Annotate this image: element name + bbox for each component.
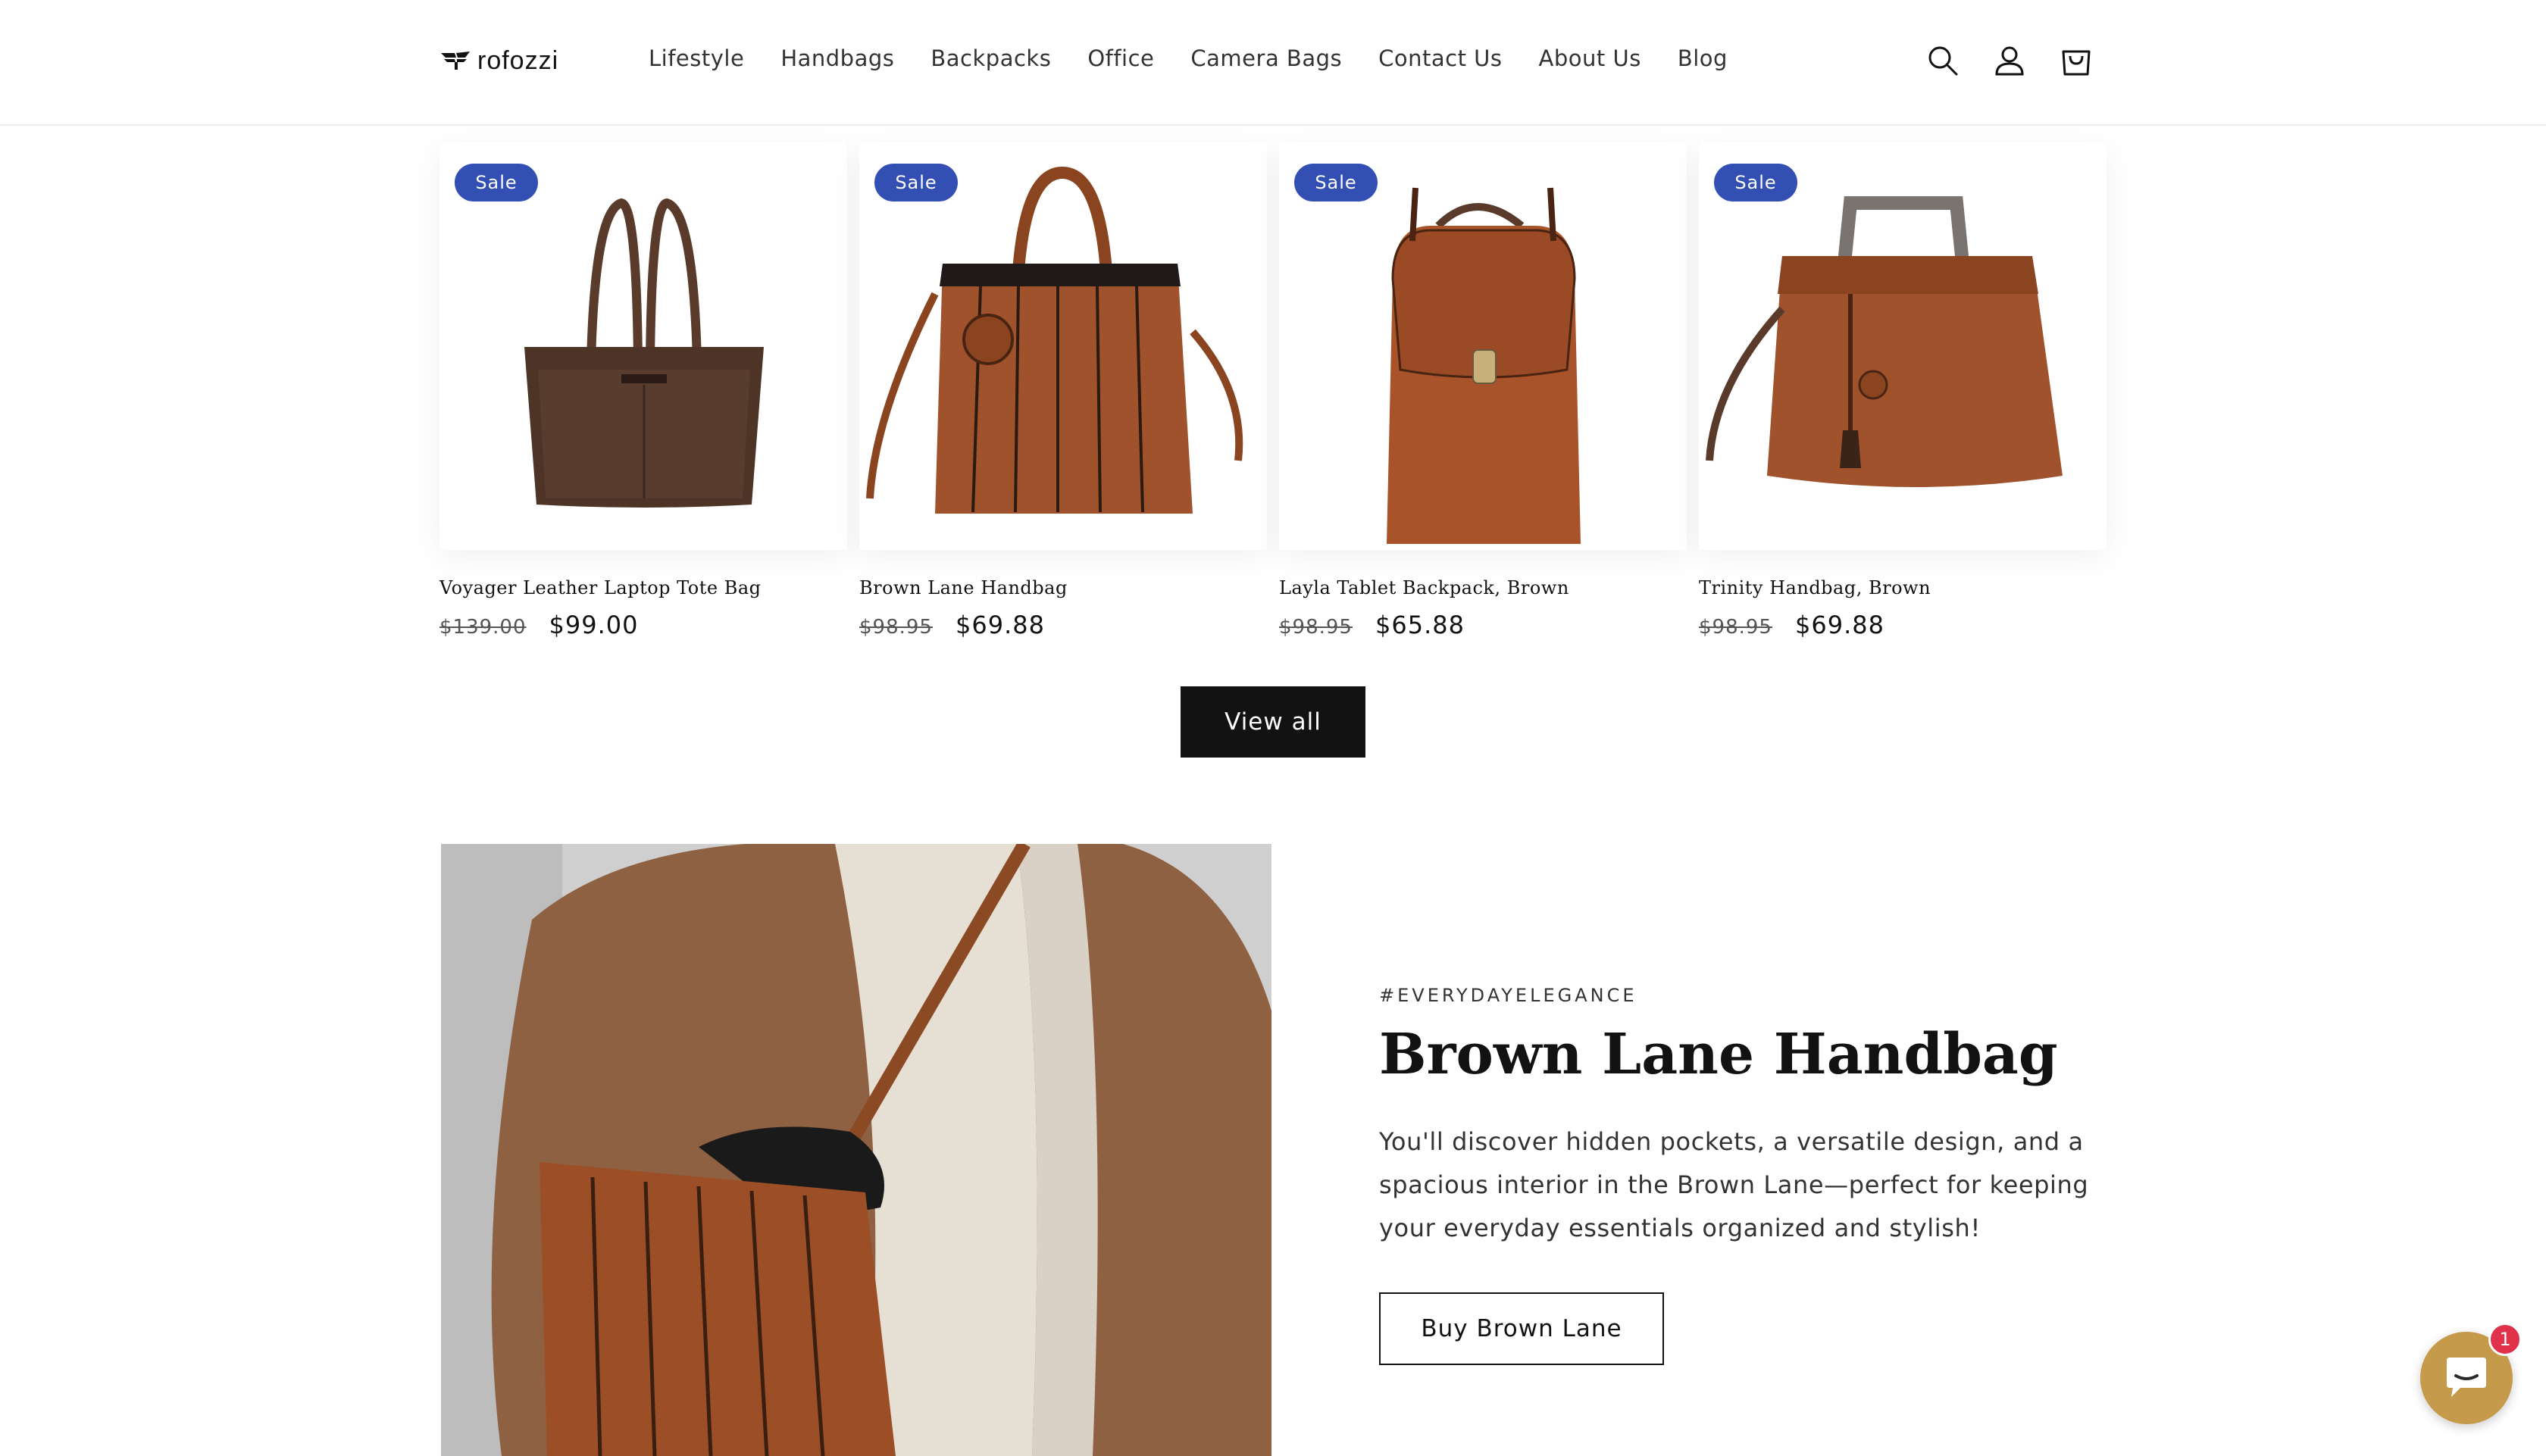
buy-brown-lane-button[interactable]: Buy Brown Lane bbox=[1379, 1292, 1664, 1366]
price-new: $69.88 bbox=[1794, 611, 1884, 639]
product-image[interactable]: Sale bbox=[1279, 142, 1687, 550]
feature-tag: #EVERYDAYELEGANCE bbox=[1379, 985, 1637, 1006]
price-new: $69.88 bbox=[955, 611, 1045, 639]
product-image[interactable]: Sale bbox=[1699, 142, 2107, 550]
logo[interactable]: rofozzi bbox=[439, 45, 559, 75]
site-header: rofozzi Lifestyle Handbags Backpacks Off… bbox=[0, 0, 2546, 126]
tote-bag-illustration bbox=[524, 198, 764, 508]
nav-item-blog[interactable]: Blog bbox=[1678, 45, 1728, 71]
feature-image bbox=[441, 844, 1271, 1456]
price-old: $98.95 bbox=[1279, 616, 1353, 639]
nav-item-about-us[interactable]: About Us bbox=[1539, 45, 1641, 71]
search-icon[interactable] bbox=[1925, 42, 1961, 79]
main-nav: Lifestyle Handbags Backpacks Office Came… bbox=[649, 45, 1764, 71]
product-prices: $139.00 $99.00 bbox=[439, 611, 847, 639]
logo-text: rofozzi bbox=[477, 45, 559, 75]
product-prices: $98.95 $69.88 bbox=[1699, 611, 2107, 639]
price-new: $65.88 bbox=[1375, 611, 1465, 639]
product-image[interactable]: Sale bbox=[859, 142, 1267, 550]
nav-item-contact-us[interactable]: Contact Us bbox=[1378, 45, 1502, 71]
feature-text: #EVERYDAYELEGANCE Brown Lane Handbag You… bbox=[1379, 985, 2091, 1366]
nav-item-backpacks[interactable]: Backpacks bbox=[931, 45, 1051, 71]
model-with-handbag-illustration bbox=[441, 844, 1271, 1456]
product-prices: $98.95 $65.88 bbox=[1279, 611, 1687, 639]
product-card[interactable]: Sale Voyager Leather Laptop Tote Bag $13… bbox=[439, 142, 847, 639]
product-title[interactable]: Brown Lane Handbag bbox=[859, 577, 1267, 598]
nav-item-office[interactable]: Office bbox=[1087, 45, 1154, 71]
nav-item-lifestyle[interactable]: Lifestyle bbox=[649, 45, 744, 71]
price-old: $98.95 bbox=[1699, 616, 1772, 639]
header-icons bbox=[1925, 42, 2094, 79]
product-title[interactable]: Trinity Handbag, Brown bbox=[1699, 577, 2107, 598]
product-card[interactable]: Sale Layla Tablet Backpack, Brown $98.95… bbox=[1279, 142, 1687, 639]
sale-badge: Sale bbox=[874, 164, 958, 202]
nav-item-camera-bags[interactable]: Camera Bags bbox=[1190, 45, 1342, 71]
product-card[interactable]: Sale Trinity Handbag, Brown $98.95 $69.8… bbox=[1699, 142, 2107, 639]
view-all-button[interactable]: View all bbox=[1181, 686, 1365, 758]
logo-wings-icon bbox=[441, 52, 470, 70]
product-prices: $98.95 $69.88 bbox=[859, 611, 1267, 639]
sale-badge: Sale bbox=[455, 164, 538, 202]
product-image[interactable]: Sale bbox=[439, 142, 847, 550]
account-icon[interactable] bbox=[1991, 42, 2028, 79]
trinity-handbag-illustration bbox=[1706, 196, 2063, 487]
price-new: $99.00 bbox=[549, 611, 639, 639]
product-card[interactable]: Sale Brown Lane Handbag $98.95 $69.88 bbox=[859, 142, 1267, 639]
feature-description: You'll discover hidden pockets, a versat… bbox=[1379, 1127, 2089, 1243]
cart-icon[interactable] bbox=[2058, 42, 2094, 79]
product-grid: Sale Voyager Leather Laptop Tote Bag $13… bbox=[439, 142, 2107, 658]
price-old: $98.95 bbox=[859, 616, 933, 639]
product-title[interactable]: Layla Tablet Backpack, Brown bbox=[1279, 577, 1687, 598]
sale-badge: Sale bbox=[1294, 164, 1378, 202]
price-old: $139.00 bbox=[439, 616, 527, 639]
chat-bubble-icon bbox=[2447, 1358, 2486, 1397]
product-title[interactable]: Voyager Leather Laptop Tote Bag bbox=[439, 577, 847, 598]
nav-item-handbags[interactable]: Handbags bbox=[780, 45, 894, 71]
chat-badge: 1 bbox=[2488, 1323, 2522, 1356]
backpack-illustration bbox=[1387, 187, 1581, 544]
handbag-illustration bbox=[866, 166, 1243, 514]
feature-title: Brown Lane Handbag bbox=[1379, 1022, 2058, 1087]
sale-badge: Sale bbox=[1714, 164, 1797, 202]
